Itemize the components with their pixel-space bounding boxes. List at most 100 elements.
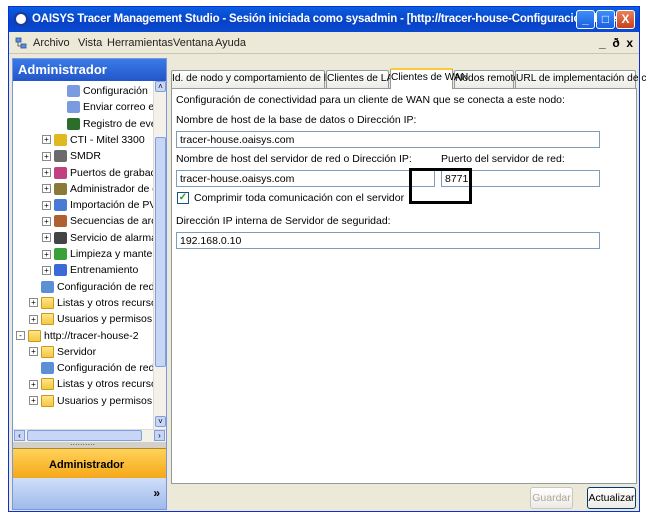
splitter-grip: .......... [70,437,96,447]
expand-icon[interactable]: + [42,249,51,259]
security-ip-label: Dirección IP interna de Servidor de segu… [176,215,391,227]
tree-item-label: Limpieza y mantenimie [70,248,153,260]
menu-archivo[interactable]: Archivo [33,37,70,49]
db-host-input[interactable]: tracer-house.oaisys.com [176,131,600,148]
tools-icon [54,182,67,195]
mdi-window-controls[interactable]: _ ð x [599,36,633,50]
expand-icon[interactable]: + [29,314,38,324]
tree-item-label: Servicio de alarmas [70,231,153,244]
collapse-icon[interactable]: - [16,331,25,340]
tree-item[interactable]: + SMDR [42,148,101,164]
security-ip-input[interactable]: 192.168.0.10 [176,232,600,249]
tab-1[interactable]: Id. de nodo y comportamiento de los nodo… [171,70,367,88]
net-host-label: Nombre de host del servidor de red o Dir… [176,153,412,165]
tab-3[interactable]: Clientes de WAN [390,68,468,89]
menu-herramientas[interactable]: Herramientas [107,37,173,49]
menu-ayuda[interactable]: Ayuda [215,37,246,49]
expand-icon[interactable]: + [42,135,51,145]
tree-item[interactable]: Configuración de red [29,279,153,295]
tree-item[interactable]: + Entrenamiento [42,262,138,278]
tree-item[interactable]: + Servidor [29,344,96,360]
tree-item-label: Entrenamiento [70,264,139,277]
compress-label[interactable]: Comprimir toda comunicación con el servi… [194,192,404,204]
log-icon [67,117,80,130]
expand-icon[interactable]: + [42,168,51,177]
tree-item[interactable]: + Usuarios y permisos [29,311,152,327]
panel-footer: » [13,478,166,509]
pencil-icon [67,85,80,97]
tree-item-label: Usuarios y permisos [57,394,153,407]
highlight-box [409,168,472,204]
refresh-button[interactable]: Actualizar [587,487,636,509]
expand-icon[interactable]: + [42,184,51,194]
tree-item[interactable]: - http://tracer-house-2 [16,328,139,344]
expand-icon[interactable]: + [29,298,38,308]
ports-icon [54,166,67,179]
tree-item[interactable]: Enviar correo elec [55,99,153,115]
expand-icon[interactable]: + [42,265,51,275]
tree-item[interactable]: Configuración de red [29,360,153,376]
restore-icon[interactable]: ð [612,36,619,50]
title-bar[interactable]: OAISYS Tracer Management Studio - Sesión… [9,7,639,32]
tree-item[interactable]: Registro de event [55,116,153,132]
menu-vista[interactable]: Vista [78,37,102,49]
tree-item[interactable]: + Listas y otros recursos [29,376,153,392]
tree-item[interactable]: + Servicio de alarmas [42,230,153,246]
expand-icon[interactable]: + [42,151,51,161]
compress-checkbox[interactable]: ✓ [177,192,189,204]
expand-icon[interactable]: + [29,379,38,389]
scroll-up-icon[interactable]: ˄ [155,81,166,92]
tree-item[interactable]: + Importación de PVD [42,197,153,213]
minimize-button[interactable]: _ [576,10,595,29]
cleanup-icon [54,248,67,260]
tree-item[interactable]: + CTI - Mitel 3300 [42,132,145,148]
expand-icon[interactable]: + [42,200,51,210]
window-title: OAISYS Tracer Management Studio - Sesión… [32,13,628,25]
tab-5[interactable]: URL de implementación de cliente [515,70,646,88]
scroll-thumb[interactable] [155,137,166,367]
expand-icon[interactable]: + [29,396,38,406]
tree-item-label: Puertos de grabación [70,166,153,179]
tree-item[interactable]: + Puertos de grabación [42,165,153,181]
menu-ventana[interactable]: Ventana [173,37,213,49]
tree-item-label: Configuración [83,85,148,97]
wan-clients-panel: Configuración de conectividad para un cl… [171,88,637,484]
scroll-down-icon[interactable]: ˅ [155,416,166,427]
tree-item[interactable]: + Secuencias de archiv [42,213,153,229]
folder-icon [28,329,41,342]
training-icon [54,264,67,277]
expand-icon[interactable]: + [42,216,51,226]
scroll-left-icon[interactable]: ‹ [14,430,25,441]
net-host-input[interactable]: tracer-house.oaisys.com [176,170,435,187]
maximize-button[interactable]: □ [596,10,615,29]
tree-item[interactable]: + Administrador de grab [42,181,153,197]
port-label: Puerto del servidor de red: [441,153,565,165]
tree-item-label: Configuración de red [57,362,153,375]
printer-icon [54,150,67,163]
tree-item-label: Servidor [57,345,97,358]
network-icon [15,37,27,49]
save-button[interactable]: Guardar [530,487,573,509]
network-icon [41,362,54,375]
tree-item[interactable]: Configuración [55,83,148,99]
tree-item-label: Listas y otros recursos [57,378,153,391]
tree-item-label: Importación de PVD [70,199,153,212]
tab-2[interactable]: Clientes de LAN [326,70,401,88]
expand-icon[interactable]: + [29,347,38,357]
tree-vertical-scrollbar[interactable]: ˄ ˅ [153,81,166,429]
tree-item[interactable]: + Usuarios y permisos [29,393,152,409]
navigation-tree: Configuración Enviar correo elec Registro … [13,81,153,429]
administrador-button[interactable]: Administrador [13,448,166,478]
tree-item-label: Usuarios y permisos [57,313,153,326]
chevron-expand-icon[interactable]: » [153,486,160,500]
tree-item[interactable]: + Limpieza y mantenimie [42,246,153,262]
tree-item-label: Enviar correo elec [83,101,153,114]
scroll-right-icon[interactable]: › [154,430,165,441]
folder-icon [41,296,54,309]
expand-icon[interactable]: + [42,233,51,243]
menu-bar: Archivo Vista Herramientas Ventana Ayuda… [9,32,639,54]
panel-title: Administrador [13,59,166,81]
tree-item[interactable]: + Listas y otros recursos [29,295,153,311]
tree-item-label: Registro de event [83,117,153,130]
close-button[interactable]: X [616,10,635,29]
